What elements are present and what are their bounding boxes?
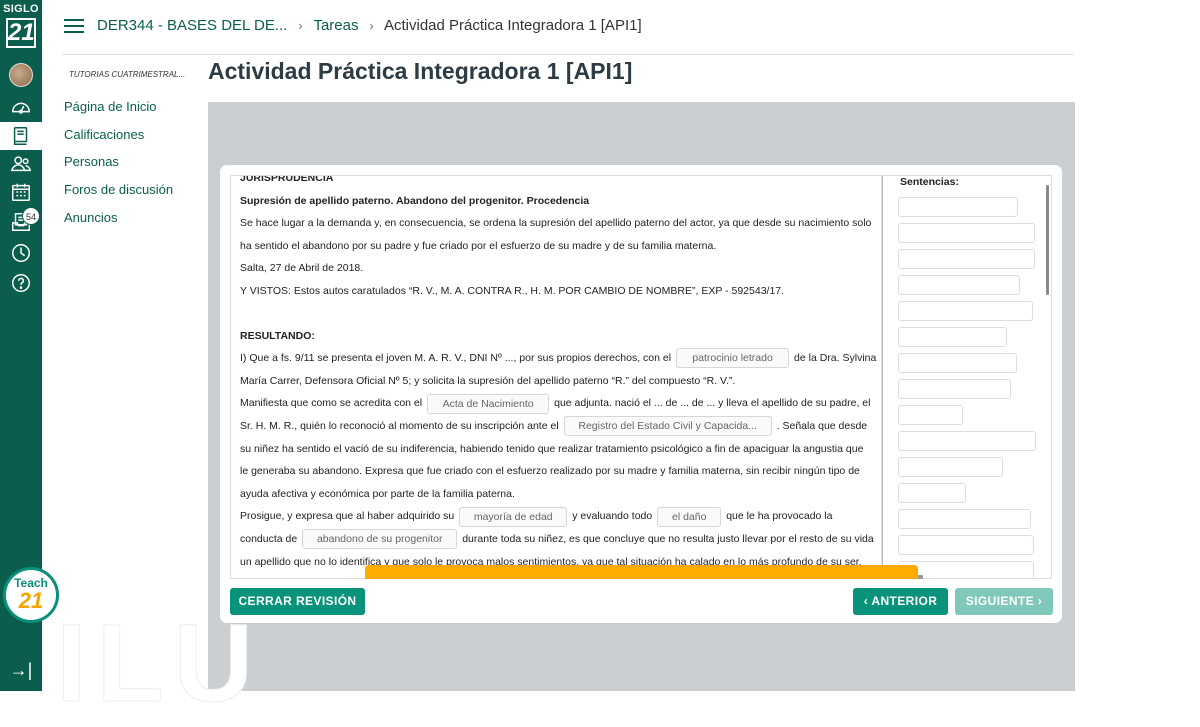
notification-bar[interactable]: [365, 565, 918, 579]
sentence-slot[interactable]: [898, 483, 966, 503]
breadcrumb-separator: ›: [369, 19, 374, 33]
doc-line: Se hace lugar a la demanda y, en consecu…: [240, 217, 872, 230]
help-icon: [12, 274, 30, 292]
header: DER344 - BASES DEL DE... › Tareas › Acti…: [62, 0, 1074, 55]
sentence-slot[interactable]: [898, 353, 1017, 373]
doc-line: su niñez ha sentido el vació de su indif…: [240, 442, 864, 455]
sentences-title: Sentencias:: [900, 176, 959, 188]
calendar-nav-button[interactable]: [0, 178, 42, 206]
book-icon: [13, 127, 28, 145]
sentence-slot[interactable]: [898, 301, 1033, 321]
sentence-slot[interactable]: [898, 275, 1020, 295]
help-nav-button[interactable]: [0, 269, 42, 297]
people-icon: [10, 156, 32, 172]
review-modal: JURISPRUDENCIA Supresión de apellido pat…: [220, 165, 1062, 623]
section-heading: JURISPRUDENCIA: [240, 175, 334, 184]
sentence-slot[interactable]: [898, 327, 1007, 347]
resultando-heading: RESULTANDO:: [240, 329, 315, 342]
doc-line: Sr. H. M. R., quién lo reconoció al mome…: [240, 415, 880, 438]
answer-blank[interactable]: mayoría de edad: [459, 506, 568, 527]
page-title: Actividad Práctica Integradora 1 [API1]: [208, 58, 633, 84]
doc-line: Y VISTOS: Estos autos caratulados “R. V.…: [240, 284, 785, 297]
sentence-slot[interactable]: [898, 405, 963, 425]
doc-line: ayuda afectiva y económica por parte de …: [240, 487, 515, 500]
chevron-right-icon: ›: [1034, 594, 1043, 608]
sentence-slot[interactable]: [898, 431, 1036, 451]
breadcrumb: DER344 - BASES DEL DE... › Tareas › Acti…: [97, 17, 642, 34]
doc-line: Manifiesta que como se acredita con el Ac…: [240, 392, 880, 415]
clock-icon: [12, 244, 30, 262]
breadcrumb-separator: ›: [298, 19, 303, 33]
sentence-slot[interactable]: [898, 223, 1035, 243]
history-nav-button[interactable]: [0, 239, 42, 267]
courses-nav-button[interactable]: [0, 122, 42, 150]
calendar-icon: [12, 183, 30, 201]
document-panel[interactable]: JURISPRUDENCIA Supresión de apellido pat…: [230, 175, 882, 579]
answer-blank[interactable]: abandono de su progenitor: [302, 529, 458, 550]
notification-handle: [918, 575, 923, 579]
sentences-scrollbar[interactable]: [1046, 185, 1049, 295]
doc-line: le generaba su abandono. Expresa que fue…: [240, 465, 860, 478]
doc-line: conducta de abandono de su progenitor dura…: [240, 528, 880, 551]
collapse-nav-button[interactable]: →|: [9, 660, 33, 680]
dashboard-icon: [12, 102, 30, 114]
dashboard-nav-button[interactable]: [0, 93, 42, 121]
teach21-badge[interactable]: Teach 21: [3, 567, 59, 623]
siglo21-logo[interactable]: SIGLO 21: [0, 2, 42, 54]
course-nav-announcements[interactable]: Anuncios: [64, 208, 194, 236]
answer-blank[interactable]: Registro del Estado Civil y Capacida...: [563, 416, 772, 437]
document-title: Supresión de apellido paterno. Abandono …: [240, 194, 590, 207]
background-watermark: ILU: [55, 602, 264, 726]
answer-blank[interactable]: Acta de Nacimiento: [427, 393, 550, 414]
sentence-slot[interactable]: [898, 535, 1034, 555]
sentence-slot[interactable]: [898, 249, 1035, 269]
doc-line: María Carrer, Defensora Oficial Nº 5; y …: [240, 374, 736, 387]
course-nav-grades[interactable]: Calificaciones: [64, 125, 194, 153]
doc-line: Salta, 27 de Abril de 2018.: [240, 262, 364, 275]
answer-blank[interactable]: el daño: [657, 506, 722, 527]
collapse-icon: →|: [9, 660, 33, 680]
next-button[interactable]: SIGUIENTE ›: [955, 588, 1053, 615]
groups-nav-button[interactable]: [0, 150, 42, 178]
sentence-slot[interactable]: [898, 379, 1011, 399]
user-avatar[interactable]: [9, 63, 33, 87]
course-nav-home[interactable]: Página de Inicio: [64, 97, 194, 125]
breadcrumb-current: Actividad Práctica Integradora 1 [API1]: [383, 17, 642, 34]
doc-line: ha sentido el abandono por su padre y fu…: [240, 239, 717, 252]
course-nav-forums[interactable]: Foros de discusión: [64, 180, 194, 208]
previous-button[interactable]: ‹ ANTERIOR: [853, 588, 948, 615]
sentence-slot[interactable]: [898, 457, 1003, 477]
inbox-badge: 54: [22, 207, 40, 225]
course-nav-people[interactable]: Personas: [64, 152, 194, 180]
sentence-slot[interactable]: [898, 197, 1018, 217]
answer-blank[interactable]: patrocinio letrado: [676, 348, 790, 369]
hamburger-menu-button[interactable]: [64, 19, 84, 35]
sentence-slot[interactable]: [898, 509, 1031, 529]
course-subtitle: TUTORIAS CUATRIMESTRAL...: [69, 70, 186, 79]
sentences-panel: Sentencias:: [882, 175, 1052, 579]
doc-line: I) Que a fs. 9/11 se presenta el joven M…: [240, 347, 880, 370]
doc-line: Prosigue, y expresa que al haber adquiri…: [240, 505, 880, 528]
course-nav: TUTORIAS CUATRIMESTRAL... Página de Inic…: [64, 70, 194, 235]
breadcrumb-course[interactable]: DER344 - BASES DEL DE...: [97, 17, 287, 34]
breadcrumb-tareas[interactable]: Tareas: [313, 17, 358, 34]
